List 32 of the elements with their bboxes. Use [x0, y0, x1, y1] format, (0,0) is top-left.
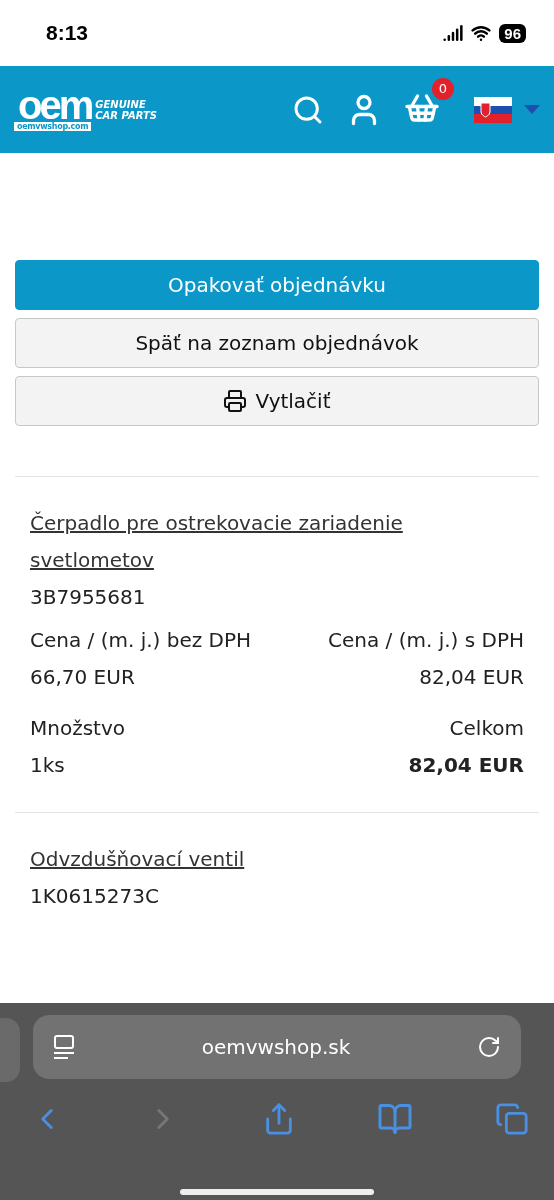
- price-value: 82,04 EUR: [418, 664, 524, 691]
- product-link[interactable]: Čerpadlo pre ostrekovacie zariadenie svetlometov: [30, 505, 524, 579]
- product-code: 1K0615273C: [30, 883, 160, 910]
- logo-domain: oemvwshop.com: [14, 122, 92, 131]
- total-value: 82,04 EUR: [407, 752, 524, 779]
- column-label: Cena / (m. j.) s DPH: [327, 627, 524, 654]
- back-button[interactable]: Späť na zoznam objednávok: [15, 318, 539, 368]
- product-code: 3B7955681: [30, 584, 147, 611]
- page-menu-icon[interactable]: [53, 1034, 75, 1060]
- dropdown-caret-icon[interactable]: [524, 104, 540, 115]
- address-bar[interactable]: oemvwshop.sk: [33, 1015, 521, 1079]
- cart-count-badge: 0: [432, 77, 454, 100]
- logo-mark: oem: [18, 88, 92, 122]
- flag-icon[interactable]: [474, 96, 512, 123]
- logo-tagline: GENUINE: [95, 98, 147, 110]
- address-text: oemvwshop.sk: [200, 1035, 352, 1059]
- product-link[interactable]: Odvzdušňovací ventil: [30, 841, 524, 878]
- tabs-icon[interactable]: [495, 1102, 529, 1136]
- column-label: Množstvo: [30, 715, 126, 742]
- wifi-icon: [471, 23, 492, 43]
- quantity-value: 1ks: [30, 752, 66, 779]
- print-button[interactable]: Vytlačiť: [15, 376, 539, 426]
- battery-level: 96: [499, 23, 526, 43]
- price-value: 66,70 EUR: [30, 664, 136, 691]
- status-time: 8:13: [46, 21, 89, 45]
- column-label: Celkom: [448, 715, 524, 742]
- column-label: Cena / (m. j.) bez DPH: [30, 627, 253, 654]
- printer-icon: [223, 389, 248, 413]
- bookmarks-icon[interactable]: [377, 1101, 414, 1137]
- reload-icon[interactable]: [477, 1035, 501, 1059]
- logo-tagline: CAR PARTS: [95, 109, 157, 121]
- signal-icon: [443, 23, 464, 43]
